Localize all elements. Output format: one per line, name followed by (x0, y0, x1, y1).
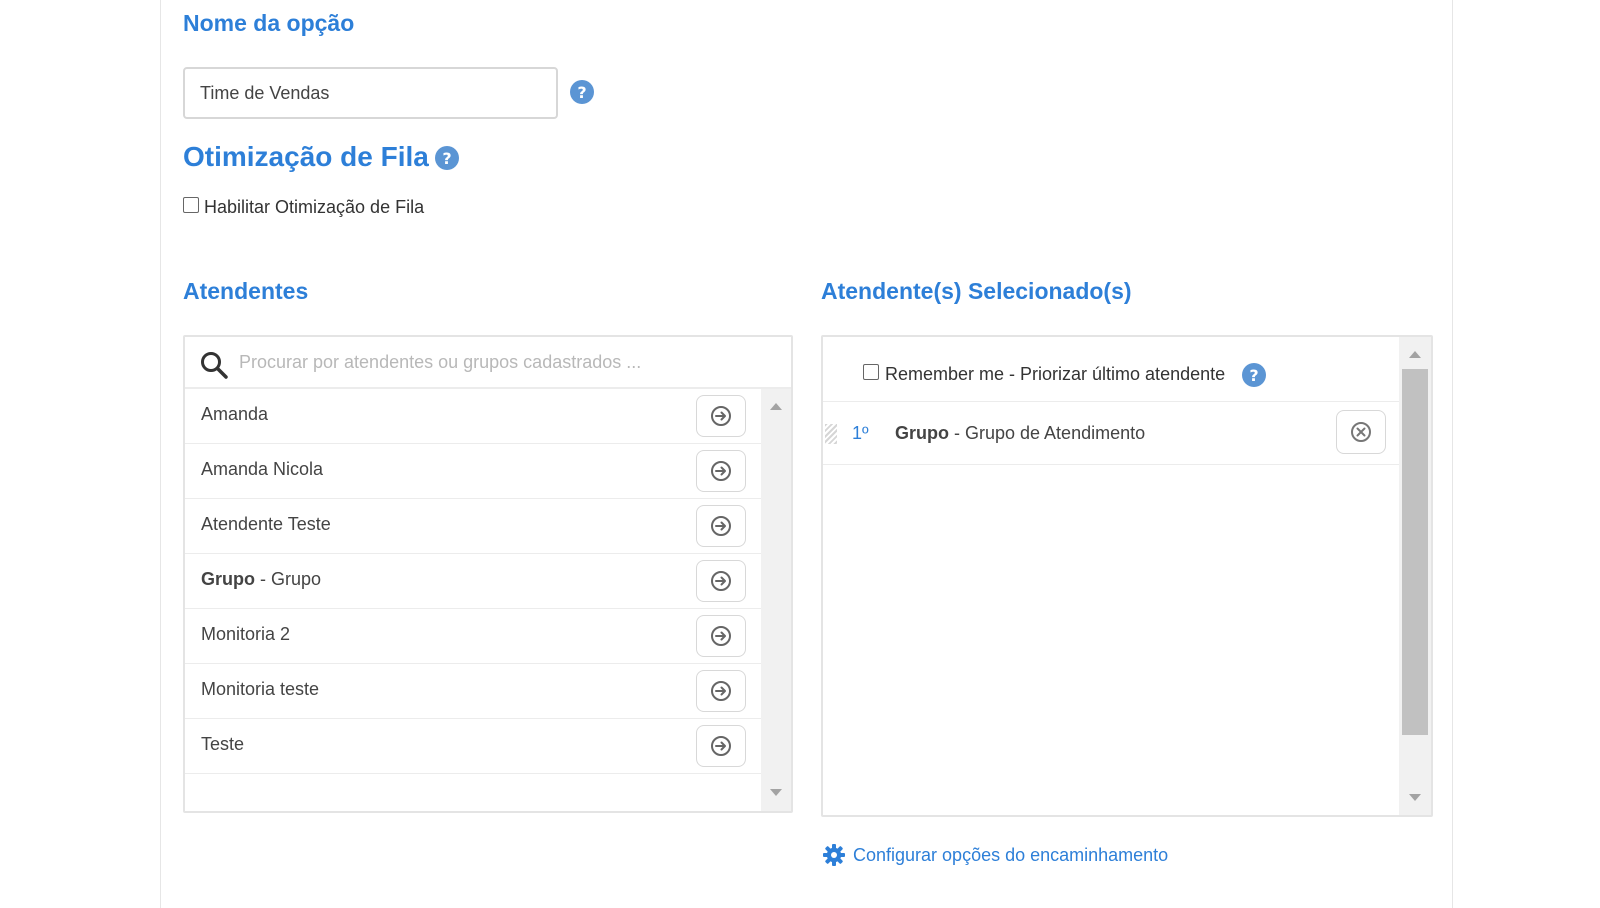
configure-routing-label: Configurar opções do encaminhamento (853, 844, 1169, 865)
enable-queue-optimization-checkbox[interactable] (183, 197, 199, 213)
scroll-up-icon[interactable] (770, 403, 782, 410)
arrow-right-circle-icon (711, 461, 731, 481)
add-attendant-button[interactable] (696, 395, 746, 437)
selected-item-order: 1º (852, 423, 869, 443)
arrow-right-circle-icon (711, 406, 731, 426)
arrow-right-circle-icon (711, 681, 731, 701)
drag-handle-icon[interactable] (825, 424, 837, 444)
list-item-label: Amanda (201, 404, 269, 424)
question-circle-icon[interactable]: ? (570, 80, 594, 104)
attendants-list: Amanda Amanda Nicola Atendente Teste Gru… (185, 389, 761, 811)
scroll-up-icon[interactable] (1409, 351, 1421, 358)
arrow-right-circle-icon (711, 626, 731, 646)
gear-icon (823, 844, 845, 866)
list-item[interactable]: Atendente Teste (185, 499, 761, 554)
list-item-label: Amanda Nicola (201, 459, 324, 479)
option-name-input[interactable] (183, 67, 558, 119)
list-item-label: Monitoria 2 (201, 624, 291, 644)
list-item-label: Grupo - Grupo (201, 569, 322, 589)
list-item-label: Teste (201, 734, 245, 754)
search-icon (201, 352, 228, 379)
selected-item-label: Grupo - Grupo de Atendimento (895, 423, 1146, 443)
add-attendant-button[interactable] (696, 670, 746, 712)
remove-attendant-button[interactable] (1336, 410, 1386, 454)
scroll-down-icon[interactable] (1409, 794, 1421, 801)
scrollbar-thumb[interactable] (1402, 369, 1428, 735)
enable-queue-optimization-label: Habilitar Otimização de Fila (204, 197, 425, 217)
arrow-right-circle-icon (711, 571, 731, 591)
add-attendant-button[interactable] (696, 725, 746, 767)
remember-me-label: Remember me - Priorizar último atendente (885, 364, 1226, 384)
arrow-right-circle-icon (711, 516, 731, 536)
question-circle-icon[interactable]: ? (435, 146, 459, 170)
x-circle-icon (1351, 422, 1371, 442)
list-item-label: Atendente Teste (201, 514, 331, 534)
attendants-title: Atendentes (183, 278, 309, 304)
list-item[interactable]: Grupo - Grupo (185, 554, 761, 609)
configure-routing-link[interactable]: Configurar opções do encaminhamento (822, 843, 1168, 867)
selected-attendants-title: Atendente(s) Selecionado(s) (821, 278, 1132, 304)
remember-me-checkbox[interactable] (863, 364, 879, 380)
option-name-title: Nome da opção (183, 10, 355, 36)
add-attendant-button[interactable] (696, 615, 746, 657)
add-attendant-button[interactable] (696, 560, 746, 602)
selected-item[interactable]: 1º Grupo - Grupo de Atendimento (823, 401, 1399, 465)
arrow-right-circle-icon (711, 736, 731, 756)
list-item-label: Monitoria teste (201, 679, 320, 699)
attendants-list-box: Amanda Amanda Nicola Atendente Teste Gru… (183, 335, 793, 813)
list-item[interactable]: Monitoria 2 (185, 609, 761, 664)
attendants-scrollbar[interactable] (761, 389, 791, 811)
list-item[interactable]: Monitoria teste (185, 664, 761, 719)
scroll-down-icon[interactable] (770, 789, 782, 796)
search-bar (185, 337, 791, 389)
add-attendant-button[interactable] (696, 505, 746, 547)
add-attendant-button[interactable] (696, 450, 746, 492)
selected-scrollbar[interactable] (1399, 337, 1431, 815)
queue-optimization-title: Otimização de Fila (183, 141, 429, 172)
search-input[interactable] (237, 347, 777, 377)
list-item[interactable]: Amanda (185, 389, 761, 444)
selected-attendants-box: Remember me - Priorizar último atendente… (821, 335, 1433, 817)
list-item[interactable]: Teste (185, 719, 761, 774)
question-circle-icon[interactable]: ? (1242, 363, 1266, 387)
list-item[interactable]: Amanda Nicola (185, 444, 761, 499)
